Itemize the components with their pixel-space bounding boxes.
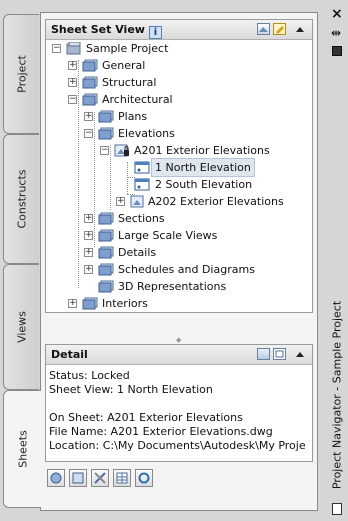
expand-icon[interactable]: +	[68, 61, 77, 70]
project-icon	[66, 42, 81, 55]
expand-icon[interactable]: +	[84, 231, 93, 240]
palette-title: Project Navigator - Sample Project	[330, 300, 344, 490]
subset-icon	[82, 76, 98, 89]
expand-icon[interactable]: +	[84, 265, 93, 274]
locked-sheet-icon	[114, 144, 129, 157]
expand-icon[interactable]: +	[68, 78, 77, 87]
sheet-view-icon	[134, 178, 150, 191]
tree-item-label: Architectural	[102, 93, 173, 106]
subset-icon	[82, 59, 98, 72]
tab-constructs-label: Constructs	[15, 169, 28, 229]
sheet-set-view-header: Sheet Set View i	[46, 20, 312, 40]
tree-connector	[127, 162, 128, 194]
tab-project-label: Project	[15, 55, 28, 93]
pane-splitter[interactable]: ◆	[176, 336, 181, 344]
sheet-icon	[130, 195, 144, 208]
detail-file-name: File Name: A201 Exterior Elevations.dwg	[49, 425, 273, 438]
subset-icon	[98, 212, 114, 225]
info-icon[interactable]: i	[148, 26, 162, 39]
tools-icon[interactable]	[91, 469, 109, 487]
collapse-icon[interactable]: −	[100, 146, 109, 155]
subset-icon	[98, 246, 114, 259]
tree-item-label: Large Scale Views	[118, 229, 218, 242]
tree-item-label: Elevations	[118, 127, 175, 140]
tree-item-label: Sections	[118, 212, 165, 225]
expand-icon[interactable]: +	[84, 214, 93, 223]
sheet-set-view-title: Sheet Set View	[51, 23, 145, 36]
sheet-set-icon[interactable]	[257, 23, 270, 35]
detail-location: Location: C:\My Documents\Autodesk\My Pr…	[49, 439, 306, 452]
tree-item-label: Structural	[102, 76, 157, 89]
tree-item-label: 3D Representations	[118, 280, 227, 293]
expand-icon[interactable]: +	[116, 197, 125, 206]
properties-icon[interactable]	[332, 46, 342, 56]
tab-sheets-label: Sheets	[16, 430, 29, 468]
expand-icon[interactable]: +	[68, 299, 77, 308]
tree-item-label: 2 South Elevation	[155, 178, 253, 191]
tab-views-label: Views	[15, 311, 28, 343]
subset-icon	[98, 127, 114, 140]
subset-icon	[98, 110, 114, 123]
collapse-icon[interactable]: −	[84, 129, 93, 138]
subset-icon	[98, 263, 114, 276]
tab-strip: Project Constructs Views Sheets	[0, 0, 41, 521]
tab-project[interactable]: Project	[3, 14, 39, 134]
detail-header: Detail	[46, 345, 312, 365]
tree-connector	[110, 145, 111, 210]
collapse-arrow-icon[interactable]	[296, 352, 304, 357]
detail-on-sheet: On Sheet: A201 Exterior Elevations	[49, 411, 243, 424]
subset-icon	[98, 229, 114, 242]
collapse-icon[interactable]: −	[68, 95, 77, 104]
tree-item-label: A201 Exterior Elevations	[134, 144, 270, 157]
edit-icon[interactable]	[273, 23, 286, 35]
palette-title-bar: × ⇹ Project Navigator - Sample Project	[326, 0, 348, 521]
table-icon[interactable]	[113, 469, 131, 487]
subset-icon	[82, 93, 98, 106]
detail-title: Detail	[51, 348, 88, 361]
tree-item-label: General	[102, 59, 146, 72]
refresh-icon[interactable]	[135, 469, 153, 487]
detail-status: Status: Locked	[49, 369, 130, 382]
tree-connector	[94, 112, 95, 247]
tree-item-label: A202 Exterior Elevations	[148, 195, 284, 208]
repath-icon[interactable]	[47, 469, 65, 487]
publish-icon[interactable]	[69, 469, 87, 487]
close-icon[interactable]: ×	[331, 6, 343, 22]
sheet-set-view-pane: Sheet Set View i − Sample Project + Gene…	[45, 19, 313, 313]
expand-icon[interactable]: +	[84, 112, 93, 121]
subset-icon	[98, 280, 114, 293]
tab-constructs[interactable]: Constructs	[3, 134, 39, 264]
expand-icon[interactable]: +	[84, 248, 93, 257]
collapse-icon[interactable]: −	[52, 44, 61, 53]
tree-item-label: 1 North Elevation	[151, 158, 255, 177]
pin-icon[interactable]: ⇹	[331, 26, 341, 40]
detail-sheet-view: Sheet View: 1 North Elevation	[49, 383, 213, 396]
tree-connector	[78, 60, 79, 288]
tab-views[interactable]: Views	[3, 264, 39, 390]
detail-pane: Detail Status: Locked Sheet View: 1 Nort…	[45, 344, 313, 462]
preview-icon[interactable]	[257, 348, 270, 360]
tree-item-label: Sample Project	[86, 42, 169, 55]
subset-icon	[82, 297, 98, 310]
tree-item-label: Plans	[118, 110, 148, 123]
tree-item-label: Schedules and Diagrams	[118, 263, 255, 276]
tab-sheets[interactable]: Sheets	[3, 390, 41, 508]
menu-icon[interactable]	[332, 503, 342, 515]
tree-item-label: Interiors	[102, 297, 148, 310]
detail-body: Status: Locked Sheet View: 1 North Eleva…	[46, 365, 312, 457]
sheets-panel: Sheet Set View i − Sample Project + Gene…	[40, 12, 318, 511]
collapse-arrow-icon[interactable]	[296, 27, 304, 32]
tree-item-label: Details	[118, 246, 157, 259]
sheet-view-icon	[134, 161, 150, 174]
details-icon[interactable]	[273, 348, 286, 360]
